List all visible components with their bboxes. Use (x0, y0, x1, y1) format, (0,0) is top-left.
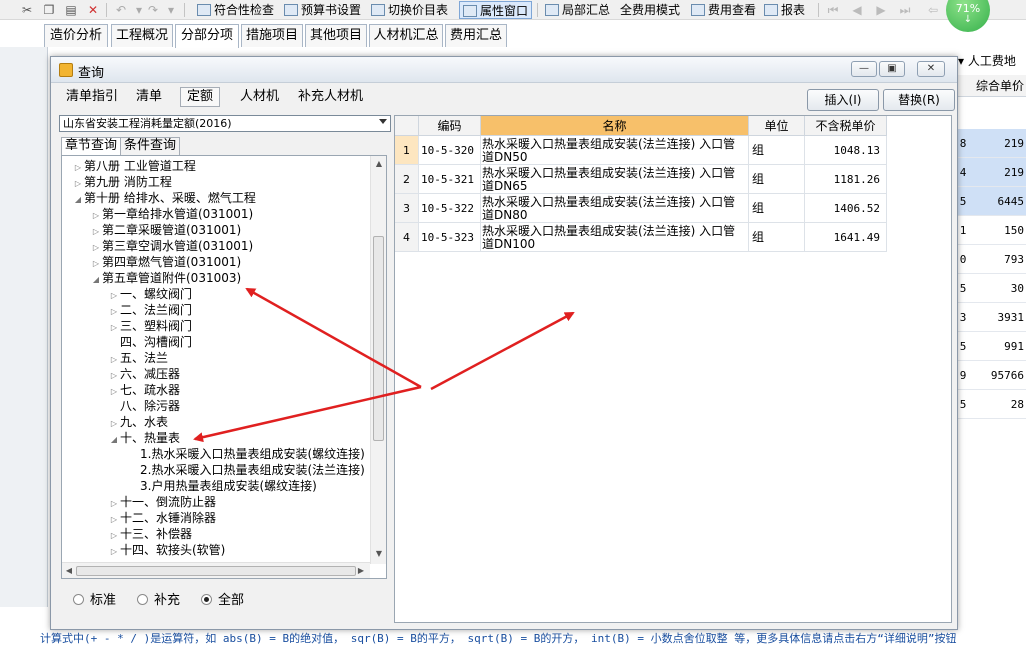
cost-icon (691, 4, 705, 16)
toolbar-separator (106, 3, 107, 17)
annotation-arrow-chapter (245, 287, 422, 389)
tab-itemized[interactable]: 分部分项 (175, 24, 239, 48)
progress-text: 71% (955, 2, 981, 15)
prior-column-digit: 4 (959, 166, 967, 179)
tab-cost-analysis[interactable]: 造价分析 (44, 24, 108, 47)
full-cost-mode-label: 全费用模式 (620, 3, 681, 17)
undo-icon[interactable]: ↶ (114, 3, 128, 17)
progress-indicator: 71% ↓ (946, 0, 990, 32)
window-icon (463, 5, 477, 17)
checklist-icon (197, 4, 211, 16)
prior-column-digit: 0 (959, 253, 967, 266)
full-cost-mode-button[interactable]: 全费用模式 (617, 1, 683, 19)
tab-project-overview[interactable]: 工程概况 (111, 24, 173, 47)
cost-view-label: 费用查看 (708, 3, 757, 17)
toolbar-separator (818, 3, 819, 17)
settings-icon (284, 4, 298, 16)
unit-price-cell[interactable]: 793 (958, 245, 1026, 274)
annotation-arrow-results (430, 311, 575, 391)
report-label: 报表 (781, 3, 806, 17)
prior-column-digit: 9 (959, 369, 967, 382)
budget-settings-button[interactable]: 预算书设置 (281, 1, 364, 19)
unit-price-cell[interactable]: 219 (958, 129, 1026, 158)
report-button[interactable]: 报表 (761, 1, 808, 19)
left-pane (0, 47, 48, 607)
cost-view-button[interactable]: 费用查看 (688, 1, 759, 19)
unit-price-cell[interactable]: 30 (958, 274, 1026, 303)
redo-dropdown-icon[interactable]: ▾ (164, 3, 178, 17)
first-record-icon[interactable]: ⏮ (826, 3, 840, 17)
compliance-check-label: 符合性检查 (214, 3, 275, 17)
property-window-label: 属性窗口 (480, 4, 529, 18)
prior-column-digit: 5 (959, 398, 967, 411)
formula-hint: 计算式中(+ - * / )是运算符，如 abs(B) = B的绝对值， sqr… (40, 632, 957, 645)
report-icon (764, 4, 778, 16)
paste-icon[interactable]: ▤ (64, 3, 78, 17)
unit-price-cell[interactable]: 219 (958, 158, 1026, 187)
copy-icon[interactable]: ❐ (42, 3, 56, 17)
summary-icon (545, 4, 559, 16)
right-top-label: 人工费地 (967, 54, 1016, 68)
unit-price-cell[interactable]: 6445 (958, 187, 1026, 216)
unit-price-cell[interactable]: 95766 (958, 361, 1026, 390)
next-record-icon[interactable]: ▶ (874, 3, 888, 17)
budget-settings-label: 预算书设置 (301, 3, 362, 17)
undo-dropdown-icon[interactable]: ▾ (132, 3, 146, 17)
unit-price-header: 综合单价 (958, 75, 1026, 97)
prior-column-digit: 8 (959, 137, 967, 150)
prev-record-icon[interactable]: ◀ (850, 3, 864, 17)
prior-column-digit: 1 (959, 224, 967, 237)
switch-pricelist-button[interactable]: 切换价目表 (368, 1, 451, 19)
last-record-icon[interactable]: ⏭ (898, 3, 912, 17)
property-window-button[interactable]: 属性窗口 (459, 1, 533, 19)
query-dialog: 查询 — ▣ ✕ 清单指引 清单 定额 人材机 补充人材机 插入(I) 替换(R… (50, 56, 958, 630)
prior-column-digit: 5 (959, 340, 967, 353)
back-icon[interactable]: ⇦ (926, 3, 940, 17)
tab-labor-material-summary[interactable]: 人材机汇总 (369, 24, 443, 47)
main-toolbar: ✂ ❐ ▤ ✕ ↶ ▾ ↷ ▾ 符合性检查 预算书设置 切换价目表 属性窗口 局… (0, 0, 1026, 20)
toolbar-separator (184, 3, 185, 17)
tab-other-items[interactable]: 其他项目 (305, 24, 367, 47)
partial-summary-label: 局部汇总 (562, 3, 611, 17)
prior-column-digit: 5 (959, 195, 967, 208)
delete-icon[interactable]: ✕ (86, 3, 100, 17)
switch-icon (371, 4, 385, 16)
switch-pricelist-label: 切换价目表 (388, 3, 449, 17)
unit-price-cell[interactable]: 991 (958, 332, 1026, 361)
partial-summary-button[interactable]: 局部汇总 (542, 1, 613, 19)
tab-measures[interactable]: 措施项目 (241, 24, 303, 47)
unit-price-cell[interactable]: 150 (958, 216, 1026, 245)
toolbar-separator (537, 3, 538, 17)
unit-price-cell[interactable]: 3931 (958, 303, 1026, 332)
annotation-overlay (193, 287, 575, 443)
unit-price-cell[interactable]: 28 (958, 390, 1026, 419)
download-icon: ↓ (963, 14, 973, 25)
tab-fee-summary[interactable]: 费用汇总 (445, 24, 507, 47)
prior-column-digit: 5 (959, 282, 967, 295)
compliance-check-button[interactable]: 符合性检查 (194, 1, 277, 19)
annotation-arrow-heat-meter (193, 385, 422, 443)
right-column-header-top: ▾ 人工费地 (958, 52, 1026, 70)
dropdown-arrow-icon: ▾ (958, 54, 968, 68)
cut-icon[interactable]: ✂ (20, 3, 34, 17)
redo-icon[interactable]: ↷ (146, 3, 160, 17)
prior-column-digit: 3 (959, 311, 967, 324)
